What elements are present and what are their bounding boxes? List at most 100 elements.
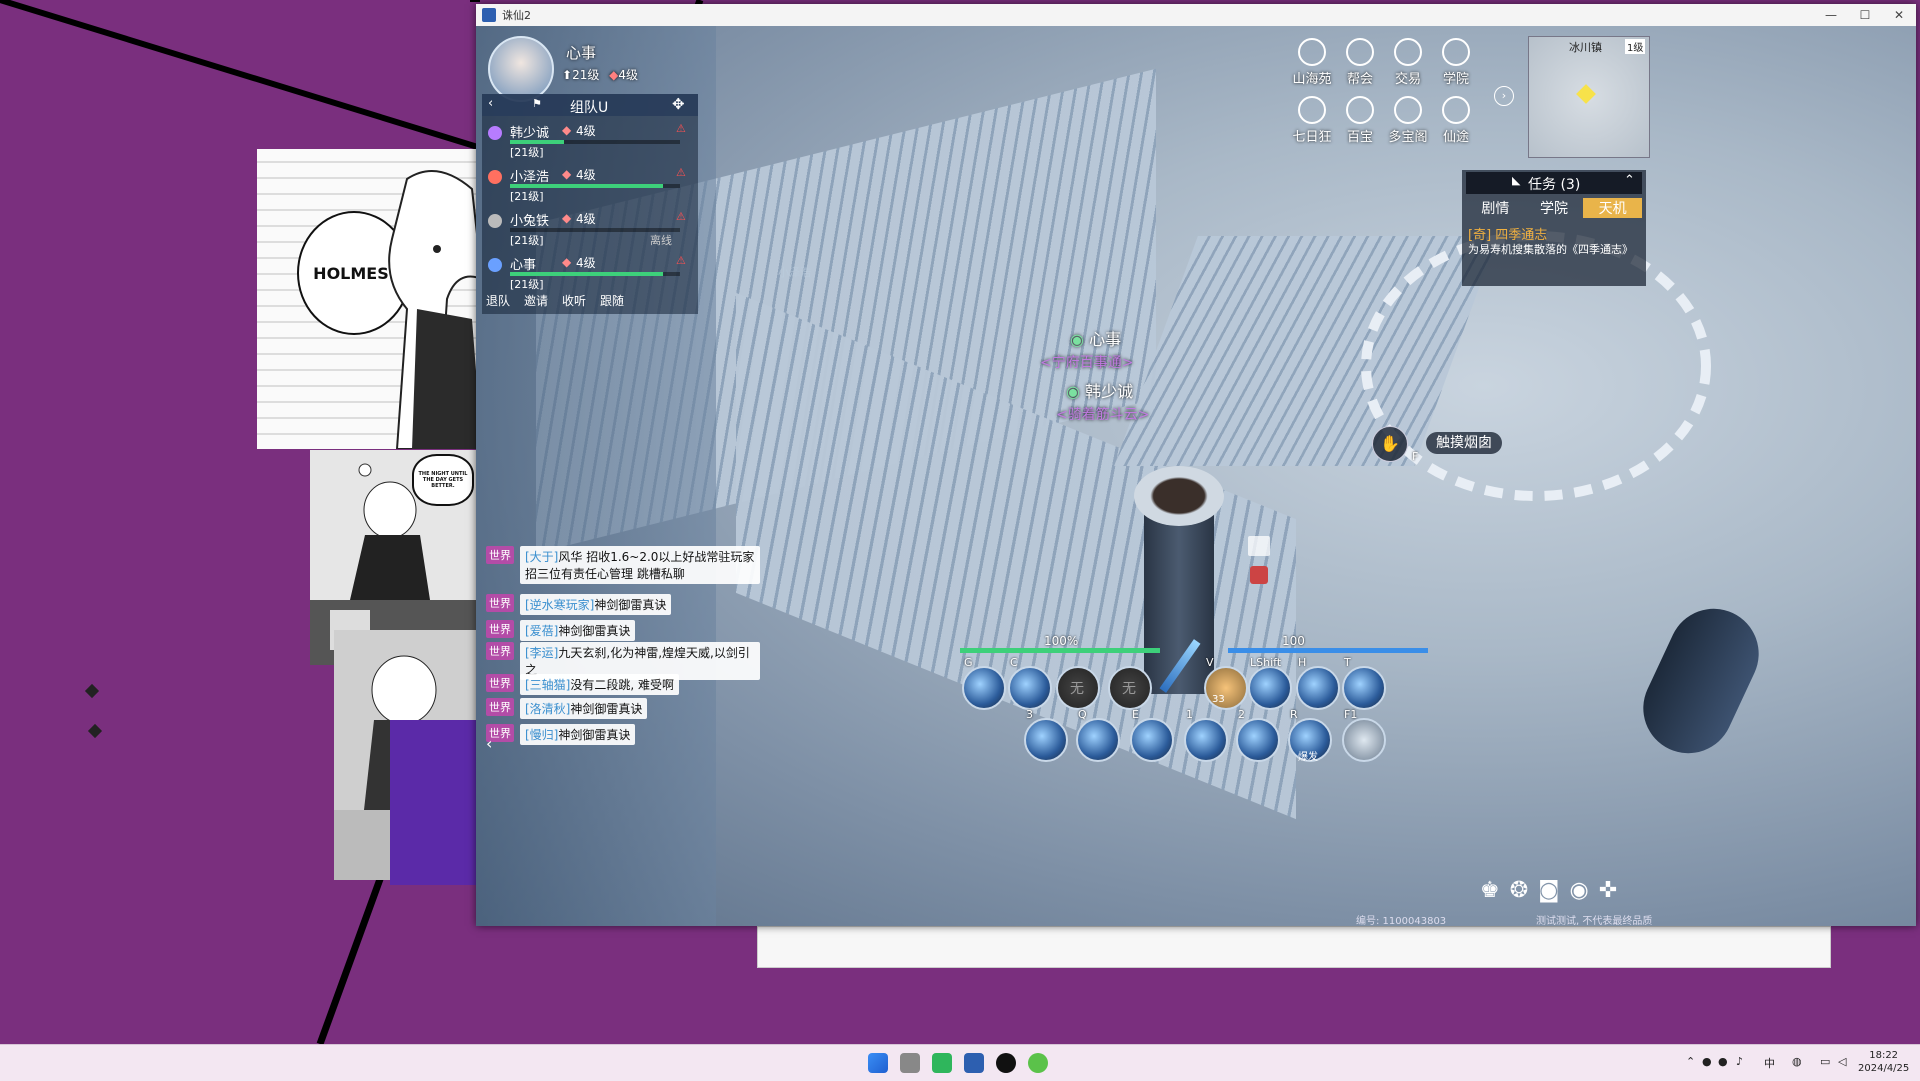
eye-icon[interactable]: ◉ <box>1570 878 1589 903</box>
window-titlebar[interactable]: 诛仙2 — ☐ ✕ <box>476 4 1916 26</box>
menu-label: 山海苑 <box>1292 72 1332 87</box>
network-icon[interactable]: ▭ <box>1820 1055 1830 1068</box>
menu-academy[interactable]: 学院 <box>1430 38 1482 87</box>
move-icon[interactable]: ✥ <box>672 95 685 113</box>
mp-label: 100 <box>1282 634 1305 648</box>
skill-slot[interactable] <box>1008 666 1052 710</box>
skill-keybind: 3 <box>1026 708 1033 721</box>
chat-message[interactable]: 世界 [洛清秋]神剑御雷真诀 <box>486 698 648 719</box>
level-icon: ⬆ <box>562 68 573 82</box>
skill-slot[interactable] <box>1076 718 1120 762</box>
tab-tianji[interactable]: 天机 <box>1583 198 1643 218</box>
quest-header[interactable]: ◣ 任务 (3) ⌃ <box>1466 172 1642 194</box>
menu-xiantu[interactable]: 仙途 <box>1430 96 1482 145</box>
minimap[interactable]: 冰川镇 1级 <box>1528 36 1650 158</box>
invite-button[interactable]: 邀请 <box>524 292 548 309</box>
chat-settings-icon[interactable] <box>1248 536 1270 556</box>
menu-duobao[interactable]: 多宝阁 <box>1382 96 1434 145</box>
skill-slot[interactable] <box>1184 718 1228 762</box>
quest-name[interactable]: [奇] 四季通志 <box>1468 224 1547 243</box>
tab-story[interactable]: 剧情 <box>1466 198 1525 218</box>
chat-message[interactable]: 世界 [慢归]神剑御雷真诀 <box>486 724 636 745</box>
minimap-badge: 1级 <box>1625 39 1646 54</box>
mp-bar <box>1228 648 1428 653</box>
chat-bubble: [三轴猫]没有二段跳, 难受啊 <box>520 674 680 695</box>
chat-sender[interactable]: [洛清秋] <box>525 702 570 716</box>
character-icon[interactable]: ♚ <box>1480 878 1500 903</box>
chat-emoji-icon[interactable] <box>1250 566 1268 584</box>
skill-slot[interactable]: 无 <box>1108 666 1152 710</box>
chat-collapse-icon[interactable]: ‹ <box>486 734 492 753</box>
pet-icon[interactable]: ❂ <box>1510 878 1528 903</box>
chat-sender[interactable]: [三轴猫] <box>525 678 570 692</box>
skill-slot[interactable]: 无 <box>1056 666 1100 710</box>
tray-icon[interactable]: ● <box>1718 1055 1728 1068</box>
tray-icon[interactable]: ● <box>1702 1055 1712 1068</box>
skill-slot[interactable] <box>1236 718 1280 762</box>
skill-slot[interactable]: 爆发 <box>1288 718 1332 763</box>
chat-sender[interactable]: [大于] <box>525 550 558 564</box>
chat-message[interactable]: 世界 [爱蓓]神剑御雷真诀 <box>486 620 636 641</box>
background-window[interactable] <box>757 926 1831 968</box>
hand-icon[interactable]: ✋ <box>1372 426 1408 462</box>
chat-sender[interactable]: [逆水寒玩家] <box>525 598 594 612</box>
player-name: 心事 <box>566 44 597 62</box>
menu-trade[interactable]: 交易 <box>1382 38 1434 87</box>
camera-icon[interactable]: ◙ <box>1538 878 1559 903</box>
skill-keybind: V <box>1206 656 1214 669</box>
settings-icon[interactable]: ✜ <box>1599 878 1617 903</box>
skill-slot[interactable] <box>1342 718 1386 762</box>
chat-sender[interactable]: [李运] <box>525 646 558 660</box>
skill-slot[interactable] <box>1130 718 1174 762</box>
close-button[interactable]: ✕ <box>1882 8 1916 22</box>
skill-slot[interactable] <box>1342 666 1386 710</box>
interact-prompt[interactable]: 触摸烟囱 <box>1426 432 1502 454</box>
chat-message[interactable]: 世界 [逆水寒玩家]神剑御雷真诀 <box>486 594 672 615</box>
clock[interactable]: 18:22 2024/4/25 <box>1858 1049 1909 1075</box>
app-icon[interactable] <box>932 1053 952 1073</box>
leave-team-button[interactable]: 退队 <box>486 292 510 309</box>
game-viewport[interactable]: 心事 ⬆21级 ◆4级 ‹ ⚑ 组队U ✥ 韩少诚 ◆ 4级 ⚠ [21级] 小… <box>476 26 1916 926</box>
minimize-button[interactable]: — <box>1814 8 1848 22</box>
chat-sender[interactable]: [慢归] <box>525 728 558 742</box>
game-taskbar-icon[interactable] <box>964 1053 984 1073</box>
team-member-row[interactable]: 小兔铁 ◆ 4级 ⚠ [21级] 离线 <box>482 208 698 250</box>
chevron-left-icon[interactable]: ‹ <box>488 96 493 111</box>
menu-label: 多宝阁 <box>1388 130 1428 145</box>
tab-academy[interactable]: 学院 <box>1525 198 1584 218</box>
skill-slot[interactable] <box>1024 718 1068 762</box>
listen-button[interactable]: 收听 <box>562 292 586 309</box>
app-icon[interactable] <box>900 1053 920 1073</box>
team-member-row[interactable]: 韩少诚 ◆ 4级 ⚠ [21级] <box>482 120 698 162</box>
tray-icon[interactable]: ◍ <box>1792 1055 1802 1068</box>
menu-guild[interactable]: 帮会 <box>1334 38 1386 87</box>
menu-seven-day[interactable]: 七日狂 <box>1286 96 1338 145</box>
chat-message[interactable]: 世界 [三轴猫]没有二段跳, 难受啊 <box>486 674 680 695</box>
menu-treasure[interactable]: 百宝 <box>1334 96 1386 145</box>
team-member-row[interactable]: 心事 ◆ 4级 ⚠ [21级] <box>482 252 698 294</box>
skill-slot[interactable]: 33 <box>1204 666 1248 710</box>
tray-overflow-icon[interactable]: ⌃ <box>1686 1055 1695 1068</box>
volume-icon[interactable]: ◁ <box>1838 1055 1846 1068</box>
chat-text: 九天玄刹,化为神雷,煌煌天威,以剑引之 <box>525 646 750 677</box>
expand-menu-icon[interactable]: › <box>1494 86 1514 106</box>
game-window[interactable]: 诛仙2 — ☐ ✕ 心事 ⬆21级 ◆4级 ‹ ⚑ 组队U ✥ 韩少诚 ◆ 4级… <box>476 4 1916 926</box>
menu-shanhai[interactable]: 山海苑 <box>1286 38 1338 87</box>
skill-slot[interactable] <box>962 666 1006 710</box>
chat-message[interactable]: 世界 [大于]风华 招收1.6~2.0以上好战常驻玩家 招三位有责任心管理 跳槽… <box>486 546 760 584</box>
collapse-icon[interactable]: ⌃ <box>1624 173 1635 188</box>
player-avatar[interactable] <box>488 36 554 102</box>
class-icon <box>488 126 502 140</box>
chat-sender[interactable]: [爱蓓] <box>525 624 558 638</box>
team-panel: ‹ ⚑ 组队U ✥ 韩少诚 ◆ 4级 ⚠ [21级] 小泽浩 ◆ 4级 ⚠ [2… <box>482 94 698 314</box>
app-icon[interactable] <box>1028 1053 1048 1073</box>
app-icon[interactable] <box>996 1053 1016 1073</box>
maximize-button[interactable]: ☐ <box>1848 8 1882 22</box>
ime-indicator[interactable]: 中 <box>1764 1055 1775 1071</box>
team-member-row[interactable]: 小泽浩 ◆ 4级 ⚠ [21级] <box>482 164 698 206</box>
start-icon[interactable] <box>868 1053 888 1073</box>
follow-button[interactable]: 跟随 <box>600 292 624 309</box>
skill-slot[interactable] <box>1248 666 1292 710</box>
skill-slot[interactable] <box>1296 666 1340 710</box>
mic-icon[interactable]: ♪ <box>1736 1055 1743 1068</box>
